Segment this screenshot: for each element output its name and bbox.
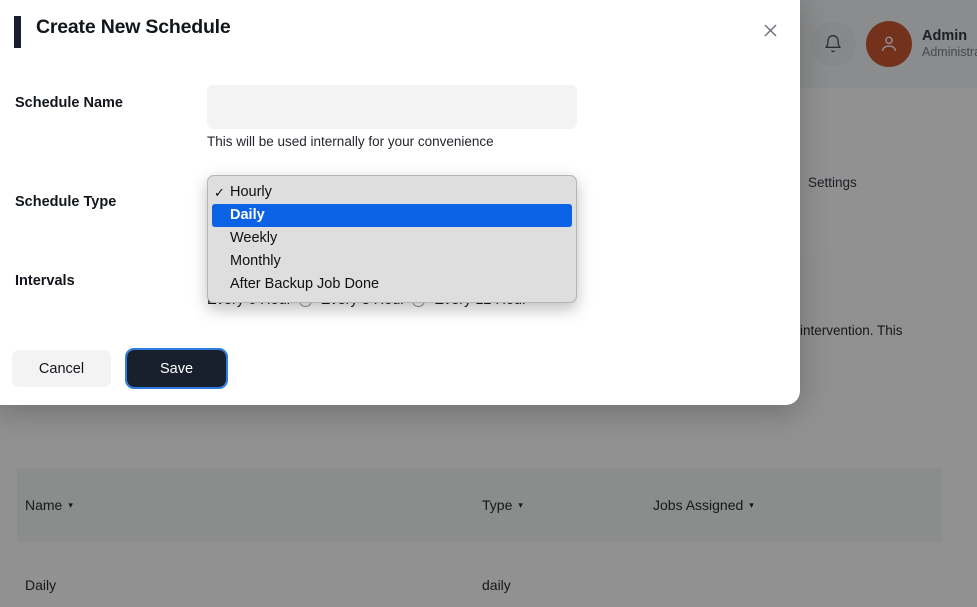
user-role: Administrator [922, 45, 977, 60]
close-button[interactable] [756, 16, 784, 44]
info-card-text: intervention. This [800, 323, 903, 338]
user-name: Admin [922, 28, 968, 45]
save-button[interactable]: Save [125, 348, 228, 389]
title-accent-bar [14, 16, 21, 48]
dropdown-option-after-backup-job-done[interactable]: After Backup Job Done [208, 273, 576, 296]
schedule-name-helper-text: This will be used internally for your co… [207, 134, 494, 149]
cell-name: Daily [25, 577, 57, 593]
checkmark-icon: ✓ [214, 185, 225, 200]
bell-icon [825, 35, 841, 53]
top-bar: Admin Administrator [800, 0, 977, 88]
create-new-schedule-modal: Create New Schedule Schedule Name This w… [0, 0, 800, 405]
dropdown-option-weekly-label: Weekly [230, 230, 278, 246]
modal-header: Create New Schedule [0, 0, 800, 64]
dropdown-option-daily-label: Daily [230, 207, 265, 223]
dropdown-option-weekly[interactable]: Weekly [208, 227, 576, 250]
dropdown-option-hourly[interactable]: ✓ Hourly [208, 181, 576, 204]
dropdown-option-monthly[interactable]: Monthly [208, 250, 576, 273]
cancel-button[interactable]: Cancel [12, 350, 111, 387]
column-header-name-label: Name [25, 497, 63, 513]
user-menu[interactable]: Admin Administrator [922, 27, 977, 61]
avatar[interactable] [866, 21, 912, 67]
dropdown-option-hourly-label: Hourly [230, 184, 272, 200]
column-header-name[interactable]: Name ▾ [25, 497, 73, 513]
modal-footer: Cancel Save [12, 348, 228, 389]
sort-caret-icon: ▾ [518, 499, 523, 510]
app-root: Admin Administrator Settings interventio… [0, 0, 977, 607]
settings-nav-item[interactable]: Settings [808, 175, 857, 190]
cell-type: daily [482, 577, 511, 593]
close-icon [763, 23, 777, 37]
page-title: Create New Schedule [36, 16, 231, 38]
dropdown-option-after-backup-job-done-label: After Backup Job Done [230, 276, 380, 292]
intervals-label: Intervals [15, 273, 75, 289]
dropdown-option-monthly-label: Monthly [230, 253, 281, 269]
column-header-jobs-assigned[interactable]: Jobs Assigned ▾ [653, 497, 754, 513]
table-row[interactable]: Daily daily [17, 552, 942, 607]
dropdown-option-daily[interactable]: Daily [212, 204, 572, 227]
column-header-type-label: Type [482, 497, 513, 513]
schedule-name-label: Schedule Name [15, 95, 123, 111]
user-avatar-icon [881, 36, 897, 51]
schedule-name-input[interactable] [207, 85, 577, 129]
list-toolbar: Search here... + Create new Schedules [0, 403, 977, 458]
schedule-type-label: Schedule Type [15, 194, 117, 210]
notifications-button[interactable] [810, 21, 856, 67]
column-header-jobs-assigned-label: Jobs Assigned [653, 497, 744, 513]
schedule-type-dropdown-list[interactable]: ✓ Hourly Daily Weekly Monthly After Back… [207, 175, 577, 303]
column-header-type[interactable]: Type ▾ [482, 497, 523, 513]
sort-caret-icon: ▾ [68, 499, 73, 510]
table-header: Name ▾ Type ▾ Jobs Assigned ▾ [17, 468, 942, 542]
sort-caret-icon: ▾ [749, 499, 754, 510]
